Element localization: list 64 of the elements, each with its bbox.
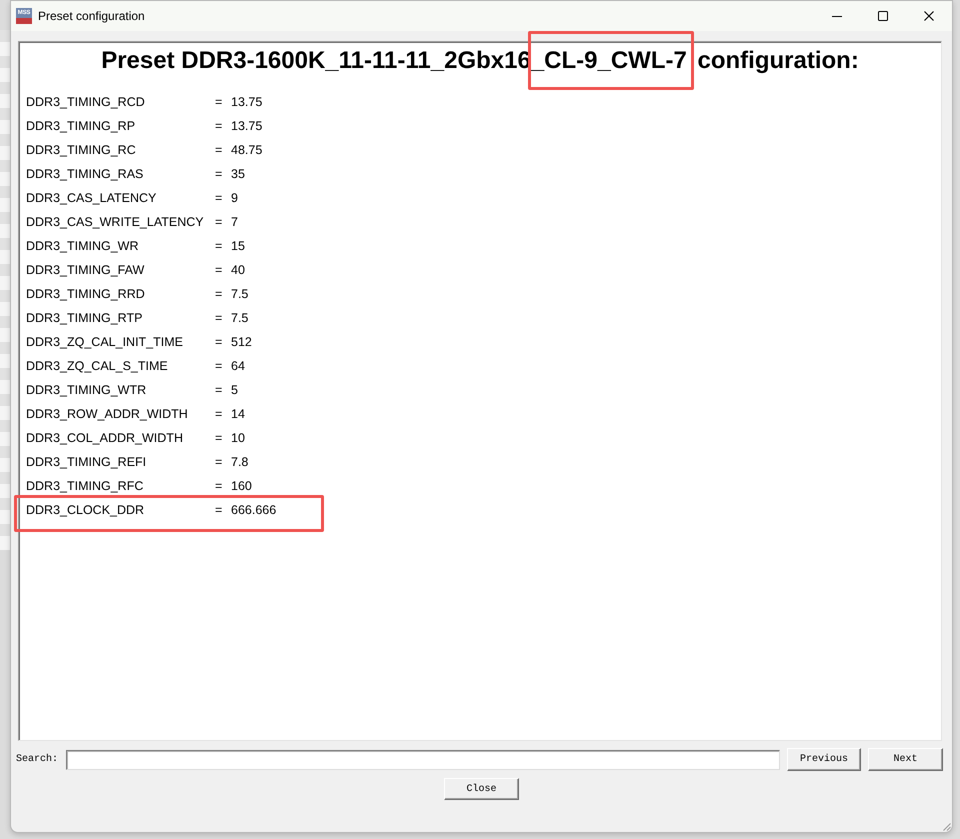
equals-sign: = — [215, 190, 224, 207]
parameter-name: DDR3_COL_ADDR_WIDTH — [26, 430, 184, 447]
parameter-name: DDR3_TIMING_WR — [26, 238, 140, 255]
equals-sign: = — [215, 310, 224, 327]
parameter-name: DDR3_TIMING_RCD — [26, 94, 146, 111]
equals-sign: = — [215, 286, 224, 303]
parameter-name: DDR3_TIMING_RFC — [26, 478, 144, 495]
parameter-name: DDR3_ROW_ADDR_WIDTH — [26, 406, 189, 423]
parameter-name: DDR3_CAS_LATENCY — [26, 190, 158, 207]
close-icon — [924, 11, 934, 21]
parameter-value: 64 — [231, 358, 245, 375]
equals-sign: = — [215, 478, 224, 495]
equals-sign: = — [215, 454, 224, 471]
equals-sign: = — [215, 382, 224, 399]
parameter-value: 7.5 — [231, 310, 248, 327]
parameter-name: DDR3_ZQ_CAL_S_TIME — [26, 358, 169, 375]
equals-sign: = — [215, 94, 224, 111]
equals-sign: = — [215, 406, 224, 423]
next-button[interactable]: Next — [868, 748, 943, 771]
equals-sign: = — [215, 430, 224, 447]
parameter-name: DDR3_TIMING_FAW — [26, 262, 146, 279]
equals-sign: = — [215, 214, 224, 231]
parameter-value: 35 — [231, 166, 245, 183]
preset-heading: Preset DDR3-1600K_11-11-11_2Gbx16_CL-9_CWL-7 configuration: — [19, 46, 941, 76]
parameter-value: 160 — [231, 478, 252, 495]
parameter-name: DDR3_TIMING_RC — [26, 142, 137, 159]
parameter-value: 7.8 — [231, 454, 248, 471]
parameter-name: DDR3_TIMING_REFI — [26, 454, 148, 471]
equals-sign: = — [215, 334, 224, 351]
parameter-value: 14 — [231, 406, 245, 423]
previous-button[interactable]: Previous — [787, 748, 861, 771]
maximize-icon — [878, 11, 888, 21]
equals-sign: = — [215, 262, 224, 279]
window-title: Preset configuration — [38, 9, 145, 23]
parameter-name: DDR3_CAS_WRITE_LATENCY — [26, 214, 205, 231]
equals-sign: = — [215, 502, 224, 519]
close-dialog-button[interactable]: Close — [444, 778, 519, 800]
parameter-value: 666.666 — [231, 502, 276, 519]
equals-sign: = — [215, 358, 224, 375]
search-label: Search: — [16, 754, 60, 765]
parameter-value: 13.75 — [231, 94, 262, 111]
parameter-value: 15 — [231, 238, 245, 255]
parameter-value: 40 — [231, 262, 245, 279]
parameter-name: DDR3_CLOCK_DDR — [26, 502, 146, 519]
parameter-name: DDR3_TIMING_RAS — [26, 166, 144, 183]
parameter-value: 512 — [231, 334, 252, 351]
parameter-value: 10 — [231, 430, 245, 447]
parameter-value: 9 — [231, 190, 238, 207]
equals-sign: = — [215, 118, 224, 135]
search-field[interactable] — [66, 750, 780, 770]
parameter-value: 5 — [231, 382, 238, 399]
parameter-value: 7 — [231, 214, 238, 231]
parameter-name: DDR3_ZQ_CAL_INIT_TIME — [26, 334, 184, 351]
parameter-value: 7.5 — [231, 286, 248, 303]
equals-sign: = — [215, 142, 224, 159]
parameter-name: DDR3_TIMING_WTR — [26, 382, 148, 399]
equals-sign: = — [215, 238, 224, 255]
parameter-value: 13.75 — [231, 118, 262, 135]
parameter-name: DDR3_TIMING_RRD — [26, 286, 146, 303]
parameter-name: DDR3_TIMING_RTP — [26, 310, 144, 327]
resize-grip-icon[interactable] — [943, 823, 951, 831]
parameter-value: 48.75 — [231, 142, 262, 159]
equals-sign: = — [215, 166, 224, 183]
parameter-name: DDR3_TIMING_RP — [26, 118, 136, 135]
